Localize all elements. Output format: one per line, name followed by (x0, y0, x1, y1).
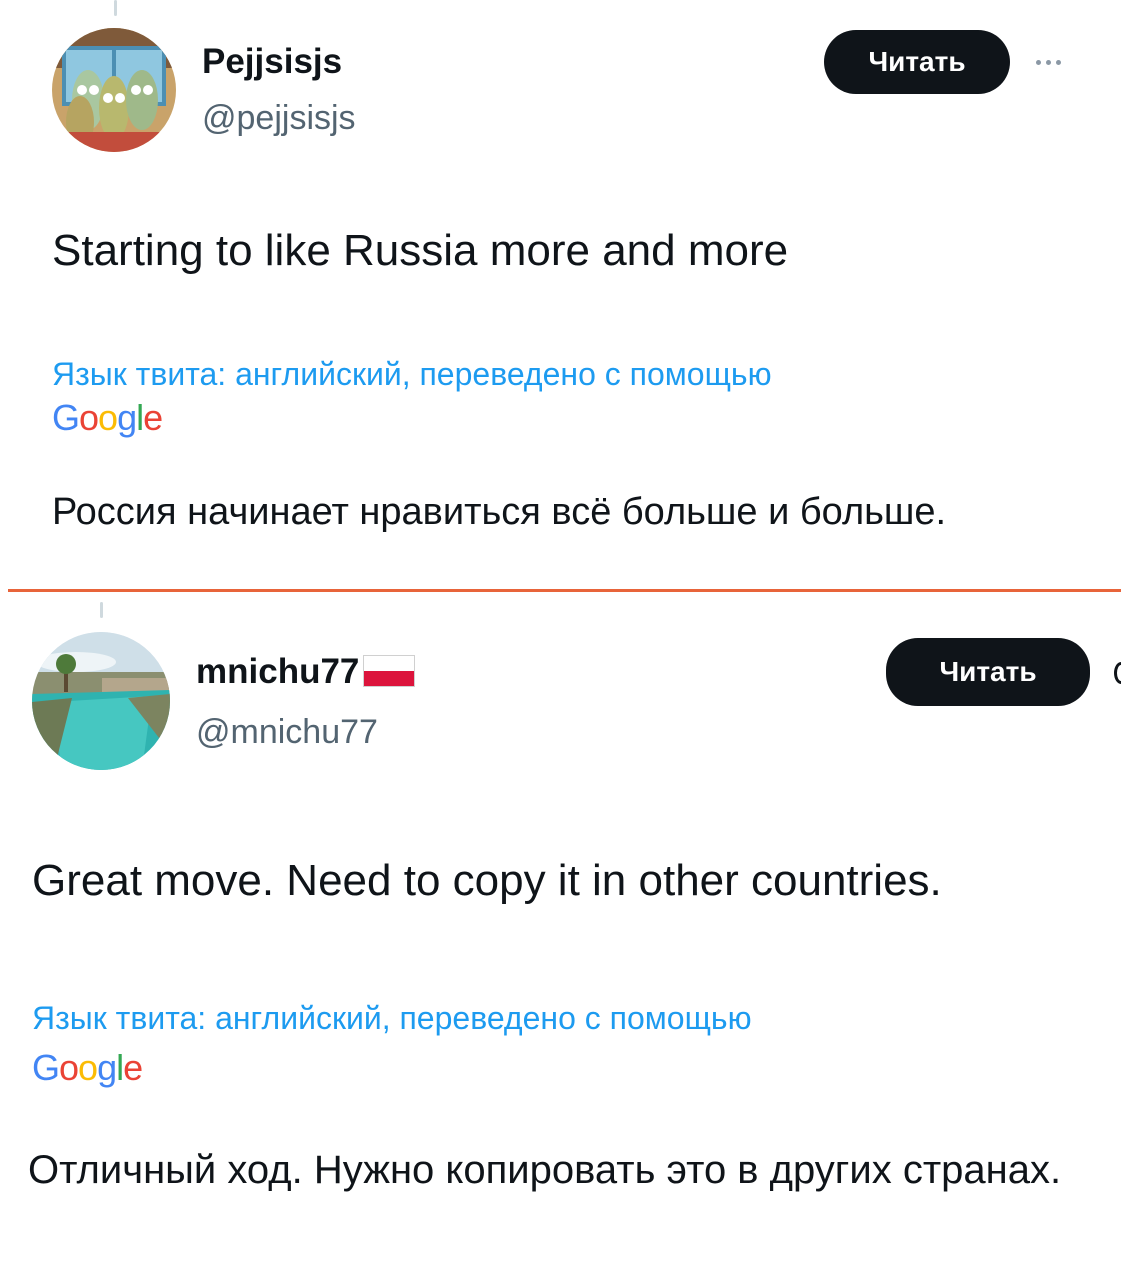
handle[interactable]: @mnichu77 (196, 712, 378, 752)
google-letter: o (59, 1047, 79, 1088)
poland-flag-icon (363, 655, 416, 687)
google-logo[interactable]: Google (32, 1047, 143, 1088)
tweet: Pejjsisjs @pejjsisjs Читать Starting to … (0, 0, 1121, 590)
handle[interactable]: @pejjsisjs (202, 98, 356, 138)
overflow-edge (1114, 662, 1121, 684)
avatar-image (52, 28, 176, 152)
avatar[interactable] (52, 28, 176, 152)
google-letter: G (32, 1047, 60, 1088)
google-letter: g (97, 1047, 117, 1088)
translated-text: Отличный ход. Нужно копировать это в дру… (28, 1148, 1062, 1192)
translation-note: Язык твита: английский, переведено с пом… (52, 356, 772, 392)
avatar[interactable] (32, 632, 170, 770)
google-letter: o (79, 397, 99, 438)
divider (8, 589, 1121, 592)
more-horizontal-icon[interactable] (1036, 60, 1061, 65)
avatar-image (32, 632, 170, 770)
follow-button[interactable]: Читать (824, 30, 1010, 94)
translation-note: Язык твита: английский, переведено с пом… (32, 1000, 752, 1036)
google-letter: o (98, 397, 118, 438)
thread-line (114, 0, 117, 16)
translated-text: Россия начинает нравиться всё больше и б… (52, 491, 947, 533)
display-name-text: mnichu77 (196, 652, 360, 691)
tweet-text: Starting to like Russia more and more (52, 226, 789, 275)
tweet-text: Great move. Need to copy it in other cou… (32, 856, 942, 905)
display-name[interactable]: mnichu77 (196, 652, 416, 692)
google-letter: o (78, 1047, 98, 1088)
google-letter: e (143, 397, 163, 438)
google-letter: g (117, 397, 137, 438)
thread-line (100, 602, 103, 618)
google-logo[interactable]: Google (52, 397, 163, 438)
display-name[interactable]: Pejjsisjs (202, 42, 342, 82)
tweet: mnichu77 @mnichu77 Читать Great move. Ne… (0, 594, 1121, 1280)
google-letter: e (123, 1047, 143, 1088)
google-letter: G (52, 397, 80, 438)
follow-button[interactable]: Читать (886, 638, 1090, 706)
